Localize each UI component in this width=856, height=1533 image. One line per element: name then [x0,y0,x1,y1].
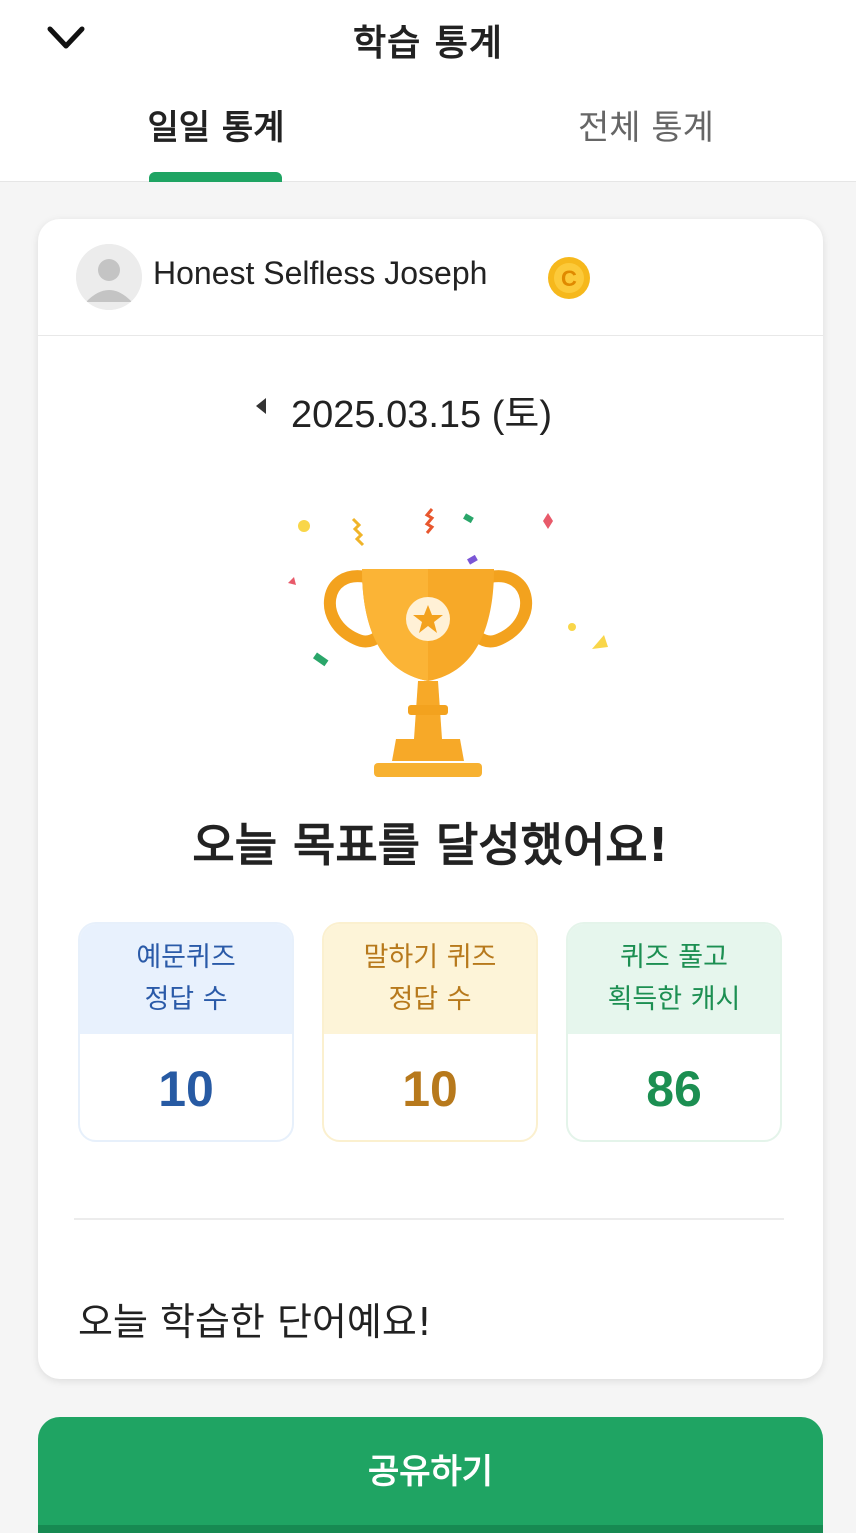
avatar [76,244,142,310]
divider [74,1218,784,1220]
page-title: 학습 통계 [352,23,503,64]
stat-label: 예문퀴즈 정답 수 [80,924,292,1034]
stat-label-line: 정답 수 [388,984,472,1015]
trophy-icon [228,499,628,779]
stat-label-line: 획득한 캐시 [607,984,741,1015]
stat-sentence-quiz: 예문퀴즈 정답 수 10 [78,922,294,1142]
share-button[interactable]: 공유하기 [38,1417,823,1533]
tab-daily-stats[interactable]: 일일 통계 [66,100,366,182]
stat-label-line: 말하기 퀴즈 [363,942,497,973]
coin-icon: C [547,256,591,300]
stat-speaking-quiz: 말하기 퀴즈 정답 수 10 [322,922,538,1142]
goal-achieved-title: 오늘 목표를 달성했어요! [192,818,669,872]
stat-value: 10 [402,1061,458,1117]
date-selector: 2025.03.15 (토) [38,379,823,436]
active-tab-indicator [149,172,282,182]
stat-value: 10 [158,1061,214,1117]
chevron-left-icon[interactable] [246,391,276,421]
top-bar: 학습 통계 일일 통계 전체 통계 [0,0,856,182]
learned-words-title: 오늘 학습한 단어예요! [78,1300,433,1344]
stat-label-line: 예문퀴즈 [136,942,236,973]
date-label: 2025.03.15 (토) [291,394,553,436]
user-row: Honest Selfless Joseph C [38,219,823,336]
stat-label-line: 정답 수 [144,984,228,1015]
stat-label: 퀴즈 풀고 획득한 캐시 [568,924,780,1034]
tab-total-stats[interactable]: 전체 통계 [496,100,796,182]
stat-value: 86 [646,1061,702,1117]
svg-text:C: C [561,266,577,291]
daily-stats-card: Honest Selfless Joseph C 2025.03.15 (토) [38,219,823,1379]
stat-earned-cash: 퀴즈 풀고 획득한 캐시 86 [566,922,782,1142]
user-name: Honest Selfless Joseph [153,255,488,291]
stat-label: 말하기 퀴즈 정답 수 [324,924,536,1034]
stat-label-line: 퀴즈 풀고 [620,942,728,973]
